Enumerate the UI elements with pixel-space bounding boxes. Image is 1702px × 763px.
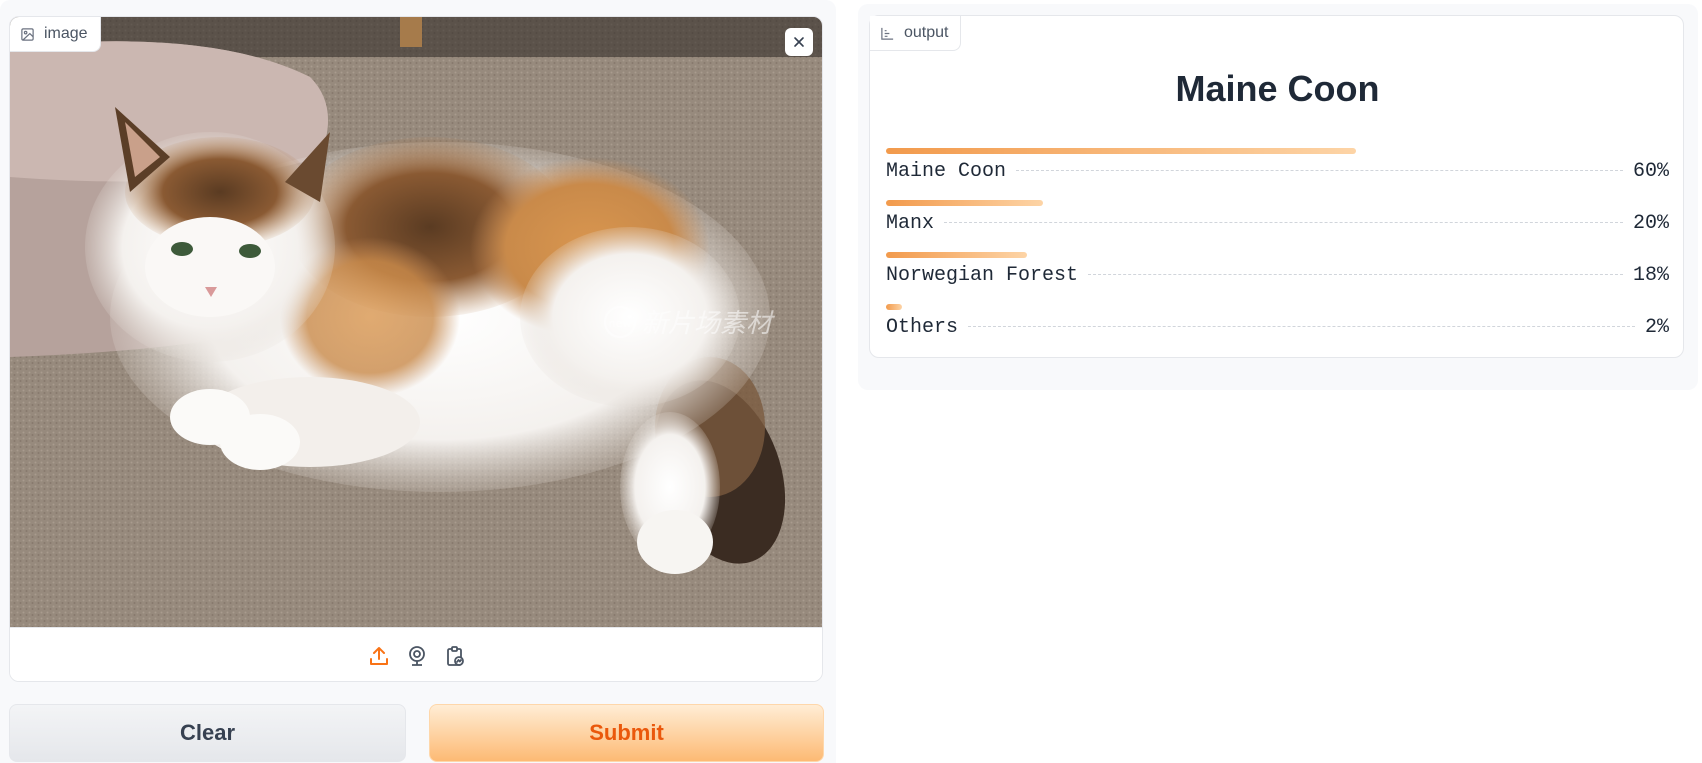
confidence-label: Manx xyxy=(886,212,935,235)
image-icon xyxy=(21,27,34,41)
confidence-percent: 18% xyxy=(1632,264,1669,287)
webcam-source-button[interactable] xyxy=(405,644,429,668)
confidence-bar xyxy=(886,252,1027,258)
clear-image-button[interactable] xyxy=(785,28,813,56)
upload-source-button[interactable] xyxy=(367,644,391,668)
confidence-percent: 2% xyxy=(1644,316,1669,339)
clipboard-source-button[interactable] xyxy=(443,644,467,668)
output-label-tab: output xyxy=(870,16,962,51)
image-label-tab: image xyxy=(10,17,101,52)
bar-chart-icon xyxy=(881,27,894,40)
input-column: image new 新片场素材 Clear Submit xyxy=(0,0,836,763)
uploaded-photo: new 新片场素材 xyxy=(10,17,822,627)
confidence-list: Maine Coon 60% Manx 20% Norwegian Forest xyxy=(886,148,1669,356)
confidence-bar xyxy=(886,200,1043,206)
confidence-item[interactable]: Norwegian Forest 18% xyxy=(886,252,1669,304)
image-label: image xyxy=(44,25,88,42)
upload-icon xyxy=(370,646,388,665)
dotted-leader xyxy=(944,222,1623,223)
cat-photo: new 新片场素材 xyxy=(10,17,822,627)
clipboard-icon xyxy=(447,645,464,666)
webcam-icon xyxy=(409,645,425,666)
label-output: output Maine Coon Maine Coon 60% Manx 20… xyxy=(869,15,1684,358)
confidence-item[interactable]: Manx 20% xyxy=(886,200,1669,252)
dotted-leader xyxy=(1088,274,1623,275)
predicted-label: Maine Coon xyxy=(1175,68,1380,109)
confidence-label: Others xyxy=(886,316,959,339)
dotted-leader xyxy=(1016,170,1623,171)
output-label: output xyxy=(904,24,949,41)
image-input[interactable]: image new 新片场素材 xyxy=(9,16,823,682)
confidence-item[interactable]: Maine Coon 60% xyxy=(886,148,1669,200)
clear-button[interactable]: Clear xyxy=(9,704,406,762)
watermark-text: 新片场素材 xyxy=(642,309,775,339)
confidence-item[interactable]: Others 2% xyxy=(886,304,1669,356)
watermark-badge: new xyxy=(609,317,632,330)
output-column: output Maine Coon Maine Coon 60% Manx 20… xyxy=(858,4,1698,390)
confidence-percent: 60% xyxy=(1632,160,1669,183)
close-icon xyxy=(794,37,804,47)
confidence-label: Maine Coon xyxy=(886,160,1007,183)
image-source-toolbar xyxy=(10,627,822,681)
confidence-percent: 20% xyxy=(1632,212,1669,235)
submit-button[interactable]: Submit xyxy=(429,704,824,762)
confidence-bar xyxy=(886,304,902,310)
confidence-bar xyxy=(886,148,1356,154)
dotted-leader xyxy=(968,326,1635,327)
confidence-label: Norwegian Forest xyxy=(886,264,1079,287)
